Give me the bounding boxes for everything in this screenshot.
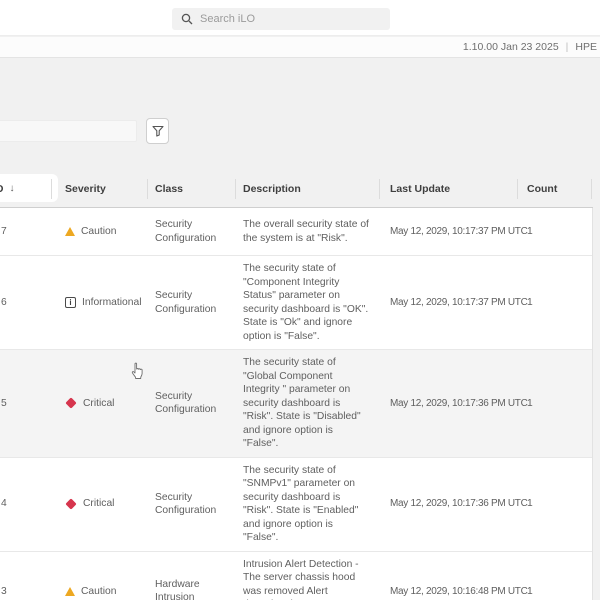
- cell-description: The security state of "SNMPv1" parameter…: [236, 464, 380, 545]
- cell-class: Security Configuration: [148, 390, 236, 417]
- log-filter-input[interactable]: [0, 120, 137, 142]
- version-bar: 1.10.00 Jan 23 2025 | HPE: [0, 37, 600, 58]
- column-header-severity[interactable]: Severity: [52, 170, 148, 207]
- cell-description: The overall security state of the system…: [236, 218, 380, 245]
- cell-id: 3: [0, 585, 52, 599]
- cell-description: Intrusion Alert Detection - The server c…: [236, 558, 380, 600]
- table-row[interactable]: 5 Critical Security Configuration The se…: [0, 350, 592, 458]
- funnel-icon: [152, 125, 164, 137]
- hand-cursor: [130, 362, 145, 380]
- search-input[interactable]: Search iLO: [172, 8, 390, 30]
- caution-triangle-icon: [65, 587, 75, 596]
- column-header-id[interactable]: ID ↓: [0, 170, 52, 207]
- info-square-icon: i: [65, 297, 76, 308]
- severity-label: Critical: [83, 497, 114, 511]
- cell-description: The security state of "Global Component …: [236, 356, 380, 451]
- cell-id: 4: [0, 497, 52, 511]
- caution-triangle-icon: [65, 227, 75, 236]
- cell-id: 7: [0, 225, 52, 239]
- cell-description: The security state of "Component Integri…: [236, 262, 380, 343]
- column-header-count[interactable]: Count: [518, 170, 592, 207]
- separator: |: [566, 41, 569, 53]
- cell-id: 5: [0, 397, 52, 411]
- brand-label: HPE: [575, 41, 597, 53]
- sort-desc-icon[interactable]: ↓: [10, 183, 15, 194]
- column-header-description[interactable]: Description: [236, 170, 380, 207]
- cell-last-update: May 12, 2029, 10:16:48 PM UTC: [380, 585, 518, 599]
- cell-last-update: May 12, 2029, 10:17:36 PM UTC: [380, 397, 518, 411]
- column-header-class[interactable]: Class: [148, 170, 236, 207]
- critical-diamond-icon: [65, 398, 76, 409]
- table-row[interactable]: 4 Critical Security Configuration The se…: [0, 458, 592, 552]
- cell-last-update: May 12, 2029, 10:17:36 PM UTC: [380, 497, 518, 511]
- filter-button[interactable]: [146, 118, 169, 144]
- table-row[interactable]: 7 Caution Security Configuration The ove…: [0, 208, 592, 256]
- cell-count: 1: [518, 585, 592, 599]
- cell-class: Hardware Intrusion: [148, 578, 236, 600]
- severity-label: Caution: [81, 225, 117, 239]
- firmware-version: 1.10.00 Jan 23 2025: [463, 41, 559, 53]
- table-header-row: ID ↓ Severity Class Description Last Upd…: [0, 170, 593, 208]
- security-log-table: ID ↓ Severity Class Description Last Upd…: [0, 170, 593, 600]
- cell-class: Security Configuration: [148, 491, 236, 518]
- column-label-id: ID: [0, 183, 4, 195]
- cell-class: Security Configuration: [148, 218, 236, 245]
- top-bar: Search iLO: [0, 0, 600, 36]
- severity-label: Informational: [82, 296, 142, 310]
- cell-last-update: May 12, 2029, 10:17:37 PM UTC: [380, 296, 518, 310]
- table-row[interactable]: 3 Caution Hardware Intrusion Intrusion A…: [0, 552, 592, 600]
- cell-severity: Caution: [52, 585, 148, 599]
- cell-severity: Critical: [52, 397, 148, 411]
- table-row[interactable]: 6 i Informational Security Configuration…: [0, 256, 592, 350]
- cell-class: Security Configuration: [148, 289, 236, 316]
- cell-count: 1: [518, 497, 592, 511]
- table-body: 7 Caution Security Configuration The ove…: [0, 208, 593, 600]
- severity-label: Caution: [81, 585, 117, 599]
- column-header-last-update[interactable]: Last Update: [380, 170, 518, 207]
- severity-label: Critical: [83, 397, 114, 411]
- cell-count: 1: [518, 225, 592, 239]
- critical-diamond-icon: [65, 498, 76, 509]
- cell-count: 1: [518, 397, 592, 411]
- cell-severity: Critical: [52, 497, 148, 511]
- search-placeholder: Search iLO: [200, 13, 255, 25]
- cell-last-update: May 12, 2029, 10:17:37 PM UTC: [380, 225, 518, 239]
- cell-id: 6: [0, 296, 52, 310]
- cell-count: 1: [518, 296, 592, 310]
- cell-severity: i Informational: [52, 296, 148, 310]
- search-icon: [181, 13, 193, 25]
- cell-severity: Caution: [52, 225, 148, 239]
